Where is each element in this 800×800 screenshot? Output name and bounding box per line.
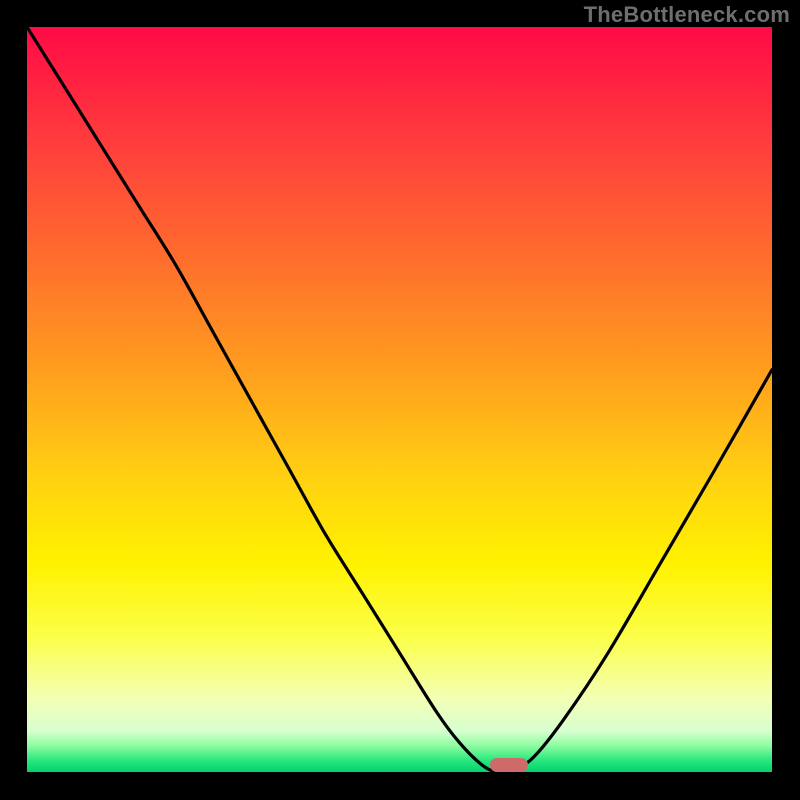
- plot-area: [27, 27, 772, 772]
- watermark-text: TheBottleneck.com: [584, 2, 790, 28]
- bottleneck-curve: [27, 27, 772, 772]
- chart-frame: TheBottleneck.com: [0, 0, 800, 800]
- optimum-marker: [490, 758, 528, 772]
